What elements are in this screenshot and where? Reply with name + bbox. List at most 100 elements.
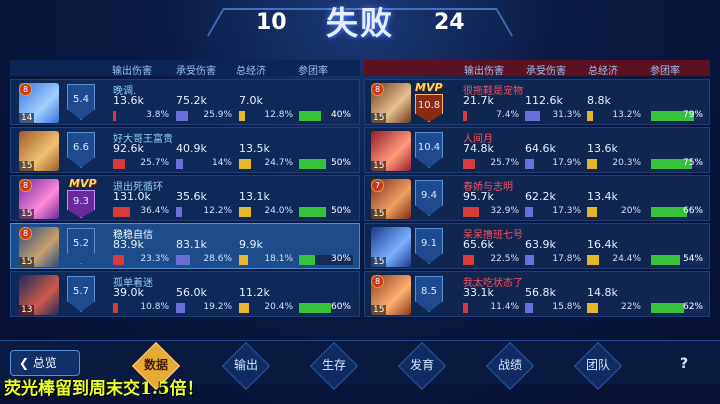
gold-value: 13.6k — [587, 142, 618, 155]
kp-percent: 79% — [682, 110, 703, 120]
damage-value: 39.0k — [113, 286, 144, 299]
hero-level: 15 — [371, 161, 387, 171]
tab-label: 输出 — [233, 358, 258, 372]
col-header-damage-left: 输出伤害 — [112, 66, 152, 77]
kp-fill — [299, 111, 321, 121]
player-rating: 9.4 — [421, 190, 437, 201]
player-row[interactable]: 8 15 5.2 稳稳自信 83.9k 83.1k 9.9k 23.3% 28.6% 18.1% 3… — [10, 223, 360, 269]
kill-participation-bar: 30% — [299, 254, 353, 265]
help-icon[interactable]: ? — [680, 356, 688, 372]
damage-bar: 11.4% — [463, 302, 521, 313]
gold-value: 13.1k — [239, 190, 270, 203]
tab-team[interactable]: 团队 — [573, 341, 623, 391]
gold-bar-fill — [587, 255, 599, 265]
damage-bar: 25.7% — [113, 158, 171, 169]
player-row[interactable]: 13 5.7 孤单着迷 39.0k 56.0k 11.2k 10.8% 19.2% 20.4% 6… — [10, 271, 360, 317]
kp-percent: 40% — [330, 110, 351, 120]
taken-bar-fill — [176, 255, 190, 265]
player-row[interactable]: 15 6.6 好大哥王富贵 92.6k 40.9k 13.5k 25.7% 14% 24.7% 5… — [10, 127, 360, 173]
player-rating: 10.8 — [417, 100, 441, 111]
kp-percent: 60% — [330, 302, 351, 312]
hero-avatar: 15 — [371, 227, 411, 267]
kp-percent: 75% — [682, 158, 703, 168]
taken-bar-percent: 28.6% — [203, 254, 232, 264]
taken-bar-percent: 17.8% — [552, 254, 581, 264]
kp-fill — [299, 255, 315, 265]
kill-participation-bar: 62% — [651, 302, 705, 313]
taken-value: 62.2k — [525, 190, 556, 203]
gold-bar: 12.8% — [239, 110, 295, 121]
tab-label: 数据 — [143, 358, 168, 372]
taken-bar: 17.8% — [525, 254, 583, 265]
taken-bar-fill — [525, 255, 534, 265]
player-row[interactable]: 8 15 10.8 MVP 很拖鞋是宠物 21.7k 112.6k 8.8k 7.4% 31.3%… — [364, 79, 710, 125]
match-result-screen: 10 失败 24 输出伤害 承受伤害 总经济 参团率 输出伤害 承受伤害 总经济… — [0, 0, 720, 404]
damage-bar-percent: 7.4% — [496, 110, 519, 120]
score-shield: 9.3 — [67, 190, 95, 218]
gold-bar: 20.4% — [239, 302, 295, 313]
damage-bar-percent: 3.8% — [146, 110, 169, 120]
kp-percent: 54% — [682, 254, 703, 264]
tab-growth[interactable]: 发育 — [397, 341, 447, 391]
player-rating: 9.1 — [421, 238, 437, 249]
score-shield: 10.8 — [415, 94, 443, 122]
kp-percent: 62% — [682, 302, 703, 312]
kill-participation-bar: 75% — [651, 158, 705, 169]
player-row[interactable]: 8 15 8.5 我太吃状态了 33.1k 56.8k 14.8k 11.4% 15.8% 22%… — [364, 271, 710, 317]
hero-level: 15 — [371, 113, 387, 123]
player-row[interactable]: 8 15 9.3 MVP 退出死循环 131.0k 35.6k 13.1k 36.4% 12.2%… — [10, 175, 360, 221]
damage-value: 21.7k — [463, 94, 494, 107]
damage-bar-fill — [463, 159, 475, 169]
tab-record[interactable]: 战绩 — [485, 341, 535, 391]
taken-bar-percent: 17.9% — [552, 158, 581, 168]
hero-avatar: 15 — [371, 131, 411, 171]
gold-value: 14.8k — [587, 286, 618, 299]
gold-bar-percent: 18.1% — [264, 254, 293, 264]
damage-bar-fill — [463, 255, 474, 265]
tab-survival[interactable]: 生存 — [309, 341, 359, 391]
gold-value: 13.4k — [587, 190, 618, 203]
player-rating: 9.3 — [73, 196, 89, 207]
rank-badge-icon: 7 — [371, 179, 384, 192]
player-row[interactable]: 7 15 9.4 春娇与志明 95.7k 62.2k 13.4k 32.9% 17.3% 20% 6… — [364, 175, 710, 221]
back-overview-button[interactable]: ❮ 总览 — [10, 350, 80, 376]
damage-value: 131.0k — [113, 190, 151, 203]
player-row[interactable]: 15 10.4 人间月 74.8k 64.6k 13.6k 25.7% 17.9% 20.3% 7… — [364, 127, 710, 173]
col-header-gold-left: 总经济 — [236, 66, 266, 77]
player-rating: 5.2 — [73, 238, 89, 249]
hero-avatar: 8 15 — [19, 179, 59, 219]
damage-value: 65.6k — [463, 238, 494, 251]
gold-bar-percent: 24.4% — [612, 254, 641, 264]
taken-bar-percent: 12.2% — [203, 206, 232, 216]
taken-bar-fill — [176, 159, 183, 169]
damage-bar-fill — [463, 207, 479, 217]
gold-bar-fill — [239, 207, 251, 217]
gold-bar-percent: 22% — [620, 302, 641, 312]
taken-value: 64.6k — [525, 142, 556, 155]
hero-level: 15 — [19, 161, 35, 171]
hero-avatar: 8 15 — [371, 83, 411, 123]
hero-avatar: 15 — [19, 131, 59, 171]
gold-bar-percent: 20.4% — [264, 302, 293, 312]
mvp-label: MVP — [69, 177, 97, 190]
damage-value: 74.8k — [463, 142, 494, 155]
gold-bar-fill — [587, 111, 593, 121]
damage-bar-percent: 25.7% — [490, 158, 519, 168]
gold-bar-percent: 24.7% — [264, 158, 293, 168]
hero-level: 15 — [371, 305, 387, 315]
kp-fill — [651, 255, 680, 265]
damage-bar-fill — [113, 159, 125, 169]
kp-fill — [651, 207, 687, 217]
score-shield: 8.5 — [415, 276, 443, 312]
col-header-taken-right: 承受伤害 — [526, 66, 566, 77]
tab-output[interactable]: 输出 — [221, 341, 271, 391]
player-row[interactable]: 15 9.1 呆呆撸班七号 65.6k 63.9k 16.4k 22.5% 17.8% 24.4… — [364, 223, 710, 269]
taken-bar-fill — [176, 207, 182, 217]
kill-participation-bar: 66% — [651, 206, 705, 217]
gold-bar-fill — [239, 255, 248, 265]
gold-bar-percent: 20.3% — [612, 158, 641, 168]
damage-value: 13.6k — [113, 94, 144, 107]
taken-bar: 19.2% — [176, 302, 234, 313]
gold-bar: 20% — [587, 206, 643, 217]
player-row[interactable]: 8 14 5.4 晚调. 13.6k 75.2k 7.0k 3.8% 25.9% 12.8% 40% — [10, 79, 360, 125]
